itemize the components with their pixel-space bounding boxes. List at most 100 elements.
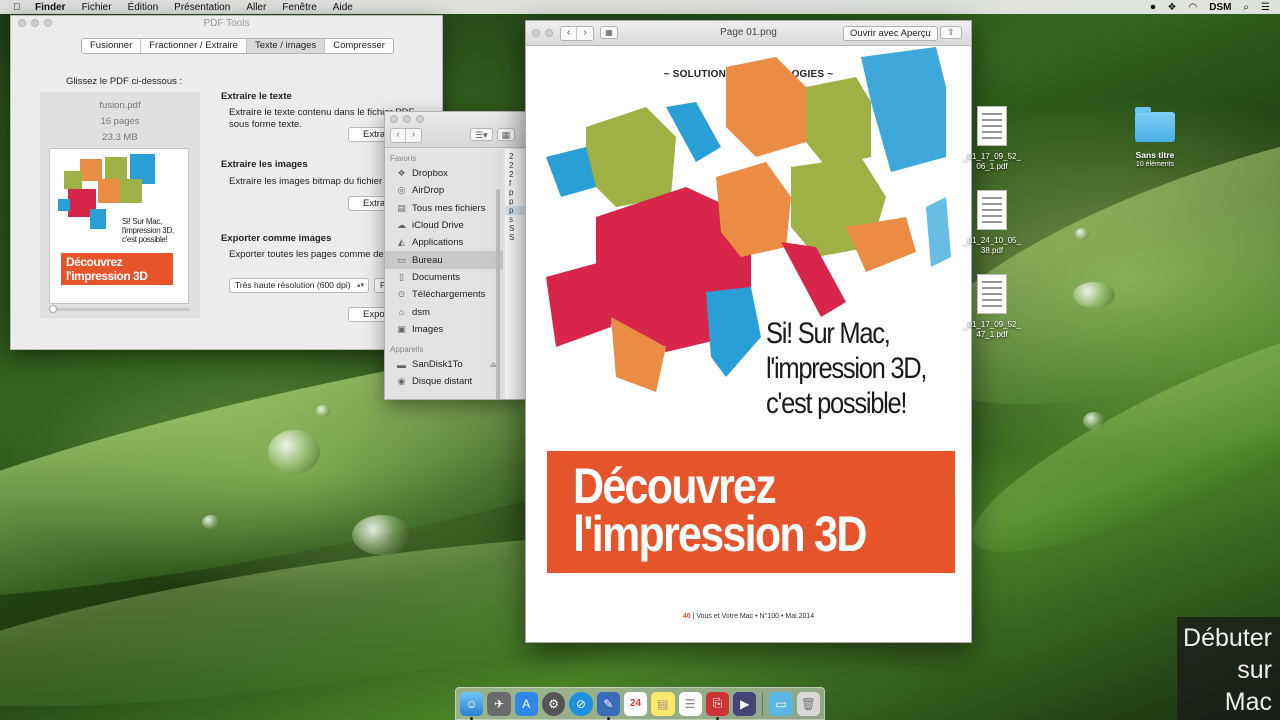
pdf-tools-window: PDF Tools Fusionner Fractionner / Extrai… (10, 15, 443, 350)
forward-icon[interactable]: › (406, 129, 421, 142)
sidebar-item-remote-disk[interactable]: ◉ Disque distant (385, 373, 503, 390)
grid-view-icon[interactable]: ▦ (496, 128, 516, 141)
imovie-icon[interactable]: ▶ (733, 691, 757, 716)
menu-fenetre[interactable]: Fenêtre (274, 2, 324, 13)
sidebar-item-label: iCloud Drive (412, 220, 464, 232)
menu-edition[interactable]: Édition (120, 2, 167, 13)
launchpad-icon[interactable]: ✈ (487, 691, 511, 716)
screen-record-icon[interactable]: ⏺ (1150, 2, 1155, 13)
sidebar-item-label: Images (412, 323, 444, 335)
pdf-tools-icon[interactable]: ⎘ (705, 691, 730, 720)
pdf-thumbnail: Si! Sur Mac, l'impression 3D, c'est poss… (49, 148, 189, 304)
list-item[interactable]: 2 (505, 152, 525, 161)
sidebar-item-all-files[interactable]: ▤ Tous mes fichiers (385, 200, 503, 217)
watermark-line-2: sur (1237, 656, 1272, 684)
cloud-icon: ☁ (397, 220, 406, 231)
dropbox-icon[interactable]: ❖ (1167, 2, 1176, 13)
sidebar-item-dsm[interactable]: ⌂ dsm (385, 303, 503, 320)
desktop-file-3[interactable]: _01_17_09_52_ 47_1.pdf (957, 274, 1027, 340)
menu-presentation[interactable]: Présentation (166, 2, 238, 13)
menu-finder[interactable]: Finder (27, 2, 74, 13)
list-item[interactable]: 2 (505, 170, 525, 179)
sidebar-item-label: Téléchargements (412, 289, 486, 301)
pdf-drop-zone[interactable]: fusion.pdf 16 pages 23.3 MB Si! Sur Mac,… (40, 92, 200, 318)
finder-view-buttons: ☰▾ ▦ (470, 128, 516, 141)
finder-icon[interactable]: ☺ (460, 691, 484, 720)
sidebar-item-airdrop[interactable]: ◎ AirDrop (385, 182, 503, 199)
desktop-file-2[interactable]: _01_24_10_05_ 38.pdf (957, 190, 1027, 256)
sidebar-item-downloads[interactable]: ⊙ Téléchargements (385, 286, 503, 303)
magazine-banner: Découvrez l'impression 3D (547, 451, 955, 573)
safari-icon[interactable]: ⊘ (569, 691, 593, 716)
list-item[interactable]: S (505, 233, 525, 242)
list-item[interactable]: s (505, 215, 525, 224)
home-icon: ⌂ (398, 307, 405, 318)
tab-texte-images[interactable]: Texte / images (246, 39, 326, 53)
app-store-icon[interactable]: A (514, 691, 538, 716)
banner-line-1: Découvrez (573, 458, 777, 514)
list-item[interactable]: p (505, 188, 525, 197)
calendar-icon[interactable]: 24 (623, 691, 648, 716)
menu-fichier[interactable]: Fichier (74, 2, 120, 13)
share-icon[interactable]: ⇪ (940, 26, 962, 39)
desktop-icon: ▭ (397, 254, 406, 265)
pdf-tools-titlebar: PDF Tools (11, 16, 442, 30)
sidebar-item-images[interactable]: ▣ Images (385, 321, 503, 338)
list-item[interactable]: p (505, 206, 525, 215)
zoom-button[interactable] (416, 115, 424, 123)
system-preferences-icon[interactable]: ⚙ (541, 691, 566, 716)
downloads-stack-icon[interactable]: ▭ (769, 691, 793, 716)
list-item[interactable]: f (505, 179, 525, 188)
documents-icon: ▯ (399, 271, 404, 282)
file-label: _01_17_09_52_ 47_1.pdf (963, 320, 1021, 339)
sidebar-item-documents[interactable]: ▯ Documents (385, 269, 503, 286)
back-icon[interactable]: ‹ (391, 129, 406, 142)
remote-disk-icon: ◉ (397, 376, 406, 387)
file-pages: 16 pages (100, 116, 140, 127)
tab-fractionner[interactable]: Fractionner / Extraire (141, 39, 247, 53)
apple-menu-icon[interactable]:  (13, 2, 27, 13)
notification-center-icon[interactable]: ☰ (1261, 2, 1270, 13)
spotlight-icon[interactable]: ⌕ (1243, 2, 1249, 13)
sidebar-item-label: Documents (412, 271, 461, 283)
tab-fusionner[interactable]: Fusionner (82, 39, 142, 53)
sidebar-scrollbar[interactable] (496, 189, 500, 399)
sidebar-item-dropbox[interactable]: ❖ Dropbox (385, 165, 503, 182)
notes-icon[interactable]: ▤ (651, 691, 675, 716)
minimize-button[interactable] (403, 115, 411, 123)
resolution-select[interactable]: Très haute résolution (600 dpi) ▴▾ (229, 278, 369, 293)
preview-app-icon[interactable]: ✎ (596, 691, 620, 720)
file-label: _01_17_09_52_ 06_1.pdf (963, 152, 1021, 171)
thumbnail-slider[interactable] (49, 305, 190, 313)
sidebar-item-sandisk[interactable]: ▬ SanDisk1To ⏏ (385, 356, 503, 373)
menu-aide[interactable]: Aide (325, 2, 361, 13)
finder-window: ‹ › ☰▾ ▦ Favoris ❖ Dropbox ◎ AirDrop ▤ Tous… (384, 111, 526, 400)
preview-toolbar: ‹ › ▦ Page 01.png Ouvrir avec Aperçu ⇪ (526, 21, 971, 46)
menu-aller[interactable]: Aller (238, 2, 274, 13)
sidebar-item-applications[interactable]: ◭ Applications (385, 234, 503, 251)
slider-knob[interactable] (49, 305, 57, 313)
list-item[interactable]: 2 (505, 161, 525, 170)
chevron-updown-icon: ▴▾ (356, 282, 364, 289)
open-with-preview-button[interactable]: Ouvrir avec Aperçu (843, 26, 938, 41)
magazine-footer: 40 | Vous et Votre Mac • N°100 • Mai 201… (526, 613, 971, 620)
sidebar-item-icloud[interactable]: ☁ iCloud Drive (385, 217, 503, 234)
extract-text-title: Extraire le texte (221, 91, 292, 102)
list-item[interactable]: p (505, 197, 525, 206)
desktop-folder-sans-titre[interactable]: Sans titre 10 éléments (1120, 107, 1190, 170)
desktop-file-1[interactable]: _01_17_09_52_ 06_1.pdf (957, 106, 1027, 172)
favorites-header: Favoris (390, 154, 417, 163)
close-button[interactable] (390, 115, 398, 123)
pictures-icon: ▣ (397, 323, 406, 334)
user-name[interactable]: DSM (1209, 2, 1231, 13)
airdrop-icon: ◎ (397, 185, 406, 196)
trash-icon[interactable]: 🗑 (796, 691, 821, 716)
file-label: _01_24_10_05_ 38.pdf (963, 236, 1021, 255)
wifi-icon[interactable]: ◠ (1188, 2, 1197, 13)
sidebar-item-bureau[interactable]: ▭ Bureau (385, 251, 503, 269)
preview-window: ‹ › ▦ Page 01.png Ouvrir avec Aperçu ⇪ ~… (525, 20, 972, 643)
list-view-icon[interactable]: ☰▾ (470, 128, 493, 141)
reminders-icon[interactable]: ☰ (678, 691, 702, 716)
tab-compresser[interactable]: Compresser (325, 39, 393, 53)
list-item[interactable]: S (505, 224, 525, 233)
